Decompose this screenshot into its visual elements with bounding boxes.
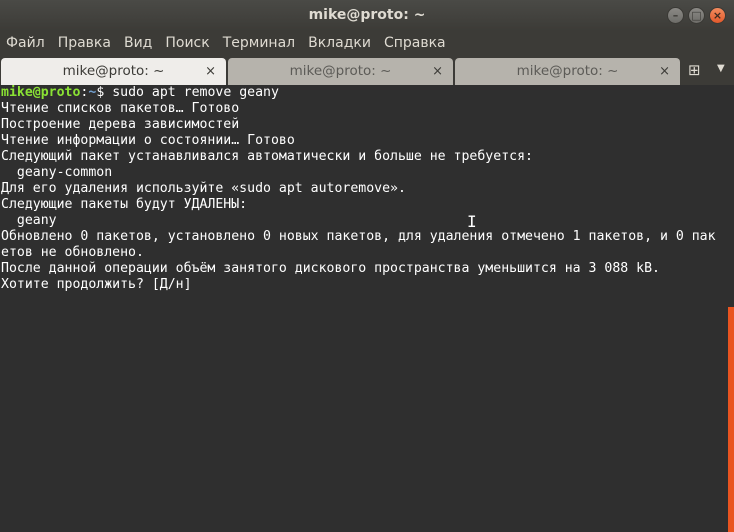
scrollbar-thumb[interactable]: [728, 307, 734, 532]
output-line: Следующие пакеты будут УДАЛЕНЫ:: [1, 197, 248, 212]
output-line: Следующий пакет устанавливался автоматич…: [1, 149, 533, 164]
output-line: geany-common: [1, 165, 113, 180]
output-line: етов не обновлено.: [1, 245, 144, 260]
scrollbar[interactable]: [728, 85, 734, 532]
output-line: Хотите продолжить? [Д/н]: [1, 277, 192, 292]
menu-view[interactable]: Вид: [124, 35, 152, 51]
output-line: geany: [1, 213, 57, 228]
output-line: После данной операции объём занятого дис…: [1, 261, 660, 276]
tab-menu-chevron-down-icon[interactable]: ▼: [717, 63, 725, 74]
minimize-button[interactable]: –: [667, 7, 684, 24]
output-line: Построение дерева зависимостей: [1, 117, 240, 132]
tab-close-icon[interactable]: ×: [432, 58, 443, 85]
menu-edit[interactable]: Правка: [58, 35, 111, 51]
window-titlebar[interactable]: mike@proto: ~ – □ ×: [0, 0, 734, 31]
text-cursor-icon: I: [467, 212, 477, 231]
tab-2[interactable]: mike@proto: ~ ×: [228, 58, 453, 85]
prompt-user: mike@proto: [1, 85, 81, 100]
close-button[interactable]: ×: [709, 7, 726, 24]
menu-tabs[interactable]: Вкладки: [308, 35, 371, 51]
output-line: Для его удаления используйте «sudo apt a…: [1, 181, 406, 196]
menu-bar: Файл Правка Вид Поиск Терминал Вкладки С…: [0, 31, 734, 55]
prompt-symbol: $: [96, 85, 113, 100]
tab-close-icon[interactable]: ×: [205, 58, 216, 85]
window-controls: – □ ×: [667, 7, 726, 24]
tab-label: mike@proto: ~: [516, 63, 619, 79]
menu-search[interactable]: Поиск: [165, 35, 209, 51]
window-title: mike@proto: ~: [308, 7, 426, 23]
menu-file[interactable]: Файл: [6, 35, 45, 51]
maximize-button[interactable]: □: [688, 7, 705, 24]
terminal-output[interactable]: mike@proto:~$ sudo apt remove geany Чтен…: [0, 85, 728, 532]
tab-close-icon[interactable]: ×: [659, 58, 670, 85]
menu-help[interactable]: Справка: [384, 35, 446, 51]
command-line: mike@proto:~$ sudo apt remove geany: [1, 85, 728, 101]
tab-label: mike@proto: ~: [289, 63, 392, 79]
menu-terminal[interactable]: Терминал: [223, 35, 295, 51]
tab-label: mike@proto: ~: [62, 63, 165, 79]
output-line: Чтение информации о состоянии… Готово: [1, 133, 295, 148]
command-text: sudo apt remove geany: [112, 85, 279, 100]
output-line: Обновлено 0 пакетов, установлено 0 новых…: [1, 229, 716, 244]
tab-1[interactable]: mike@proto: ~ ×: [1, 58, 226, 85]
tab-3[interactable]: mike@proto: ~ ×: [455, 58, 680, 85]
new-tab-icon[interactable]: ⊞: [688, 61, 701, 79]
output-line: Чтение списков пакетов… Готово: [1, 101, 240, 116]
tab-bar: mike@proto: ~ × mike@proto: ~ × mike@pro…: [0, 55, 734, 85]
